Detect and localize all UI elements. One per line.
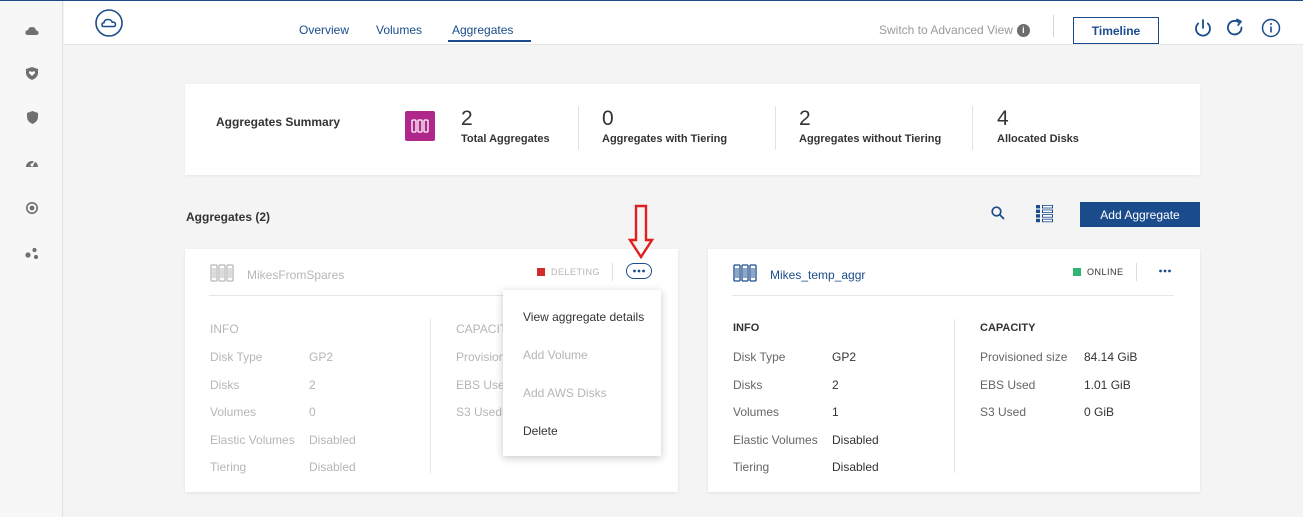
add-aggregate-button[interactable]: Add Aggregate xyxy=(1080,202,1200,227)
status-badge: DELETING xyxy=(537,267,600,277)
switch-advanced-view-link[interactable]: Switch to Advanced View i xyxy=(879,23,1030,37)
info-section-title: INFO xyxy=(733,322,760,334)
status-badge: ONLINE xyxy=(1073,267,1124,277)
stat-label: Aggregates with Tiering xyxy=(602,133,728,145)
info-value: Disabled xyxy=(832,460,879,474)
info-value: Disabled xyxy=(832,433,879,447)
stat-aggregates-with-tiering: 0 Aggregates with Tiering xyxy=(602,107,728,146)
capacity-label: S3 Used xyxy=(456,405,503,419)
cloud-icon[interactable] xyxy=(22,21,42,41)
capacity-value: 1.01 GiB xyxy=(1084,378,1131,392)
info-label: Disk Type xyxy=(733,350,786,364)
stat-divider xyxy=(972,106,973,150)
switch-view-label: Switch to Advanced View xyxy=(879,23,1013,37)
stat-label: Allocated Disks xyxy=(997,133,1079,145)
column-divider xyxy=(954,319,955,473)
info-label: Volumes xyxy=(733,405,780,419)
status-text: ONLINE xyxy=(1087,267,1124,277)
info-label: Disk Type xyxy=(210,350,263,364)
info-value: 2 xyxy=(832,378,839,392)
stat-allocated-disks: 4 Allocated Disks xyxy=(997,107,1079,146)
stat-aggregates-without-tiering: 2 Aggregates without Tiering xyxy=(799,107,942,146)
stat-total-aggregates: 2 Total Aggregates xyxy=(461,107,550,146)
capacity-value: 0 GiB xyxy=(1084,405,1115,419)
info-label: Disks xyxy=(733,378,763,392)
active-tab-indicator xyxy=(448,40,531,42)
capacity-label: Provision xyxy=(456,350,506,364)
aggregate-icon xyxy=(733,263,757,283)
status-divider xyxy=(1136,263,1137,281)
top-header: Overview Volumes Aggregates Switch to Ad… xyxy=(64,1,1303,45)
info-label: Volumes xyxy=(210,405,257,419)
info-value: 2 xyxy=(309,378,316,392)
target-icon[interactable] xyxy=(22,198,42,218)
menu-item-add-aws-disks[interactable]: Add AWS Disks xyxy=(523,386,607,400)
info-label: Elastic Volumes xyxy=(210,433,295,447)
cloud-logo-icon[interactable] xyxy=(94,8,124,38)
info-value: GP2 xyxy=(832,350,857,364)
info-value: 1 xyxy=(832,405,839,419)
info-icon: i xyxy=(1016,23,1030,37)
gauge-icon[interactable] xyxy=(22,152,42,172)
status-text: DELETING xyxy=(551,267,601,277)
status-divider xyxy=(612,263,613,281)
capacity-label: S3 Used xyxy=(980,405,1027,419)
annotation-arrow-icon xyxy=(627,204,655,260)
info-label: Elastic Volumes xyxy=(733,433,818,447)
info-value: 0 xyxy=(309,405,316,419)
info-value: GP2 xyxy=(309,350,334,364)
stat-value: 2 xyxy=(799,107,811,130)
power-icon[interactable] xyxy=(1192,17,1214,39)
stat-value: 0 xyxy=(602,107,614,130)
column-divider xyxy=(430,319,431,473)
stat-divider xyxy=(578,106,579,150)
aggregates-list-title: Aggregates (2) xyxy=(186,210,271,224)
aggregate-icon xyxy=(210,263,234,283)
menu-item-add-volume[interactable]: Add Volume xyxy=(523,348,588,362)
info-value: Disabled xyxy=(309,460,356,474)
capacity-value: 84.14 GiB xyxy=(1084,350,1138,364)
left-sidebar xyxy=(0,1,63,517)
help-info-icon[interactable] xyxy=(1260,17,1282,39)
capacity-label: Provisioned size xyxy=(980,350,1068,364)
info-section-title: INFO xyxy=(210,322,239,336)
stat-value: 2 xyxy=(461,107,473,130)
card-divider xyxy=(732,295,1174,296)
stat-divider xyxy=(775,106,776,150)
stat-value: 4 xyxy=(997,107,1009,130)
header-divider xyxy=(1053,15,1054,37)
info-label: Disks xyxy=(210,378,240,392)
tab-overview[interactable]: Overview xyxy=(299,23,349,37)
status-indicator-icon xyxy=(1073,268,1081,276)
aggregate-context-menu: View aggregate details Add Volume Add AW… xyxy=(503,290,661,456)
menu-item-view-aggregate-details[interactable]: View aggregate details xyxy=(523,310,644,324)
search-icon[interactable] xyxy=(990,205,1006,221)
aggregate-card: Mikes_temp_aggr ONLINE INFO Disk Type GP… xyxy=(708,249,1200,492)
nodes-icon[interactable] xyxy=(22,243,42,263)
tab-aggregates[interactable]: Aggregates xyxy=(452,23,513,37)
info-label: Tiering xyxy=(210,460,247,474)
refresh-icon[interactable] xyxy=(1224,17,1246,39)
capacity-section-title: CAPACIT xyxy=(456,322,508,336)
more-options-icon[interactable] xyxy=(1152,263,1178,279)
info-value: Disabled xyxy=(309,433,356,447)
list-view-icon[interactable] xyxy=(1035,204,1054,223)
stat-label: Aggregates without Tiering xyxy=(799,133,942,145)
stat-label: Total Aggregates xyxy=(461,133,550,145)
tab-volumes[interactable]: Volumes xyxy=(376,23,422,37)
info-label: Tiering xyxy=(733,460,770,474)
heart-shield-icon[interactable] xyxy=(22,63,42,83)
capacity-label: EBS Used xyxy=(980,378,1036,392)
aggregate-name[interactable]: Mikes_temp_aggr xyxy=(770,268,865,282)
more-options-icon[interactable] xyxy=(626,263,652,279)
shield-icon[interactable] xyxy=(22,107,42,127)
menu-item-delete[interactable]: Delete xyxy=(523,424,558,438)
capacity-section-title: CAPACITY xyxy=(980,322,1036,334)
aggregate-badge-icon xyxy=(405,111,435,141)
summary-title: Aggregates Summary xyxy=(216,115,341,129)
status-indicator-icon xyxy=(537,268,545,276)
aggregates-summary-card: Aggregates Summary 2 Total Aggregates 0 … xyxy=(185,84,1200,175)
aggregate-name[interactable]: MikesFromSpares xyxy=(247,268,344,282)
timeline-button[interactable]: Timeline xyxy=(1073,17,1159,44)
